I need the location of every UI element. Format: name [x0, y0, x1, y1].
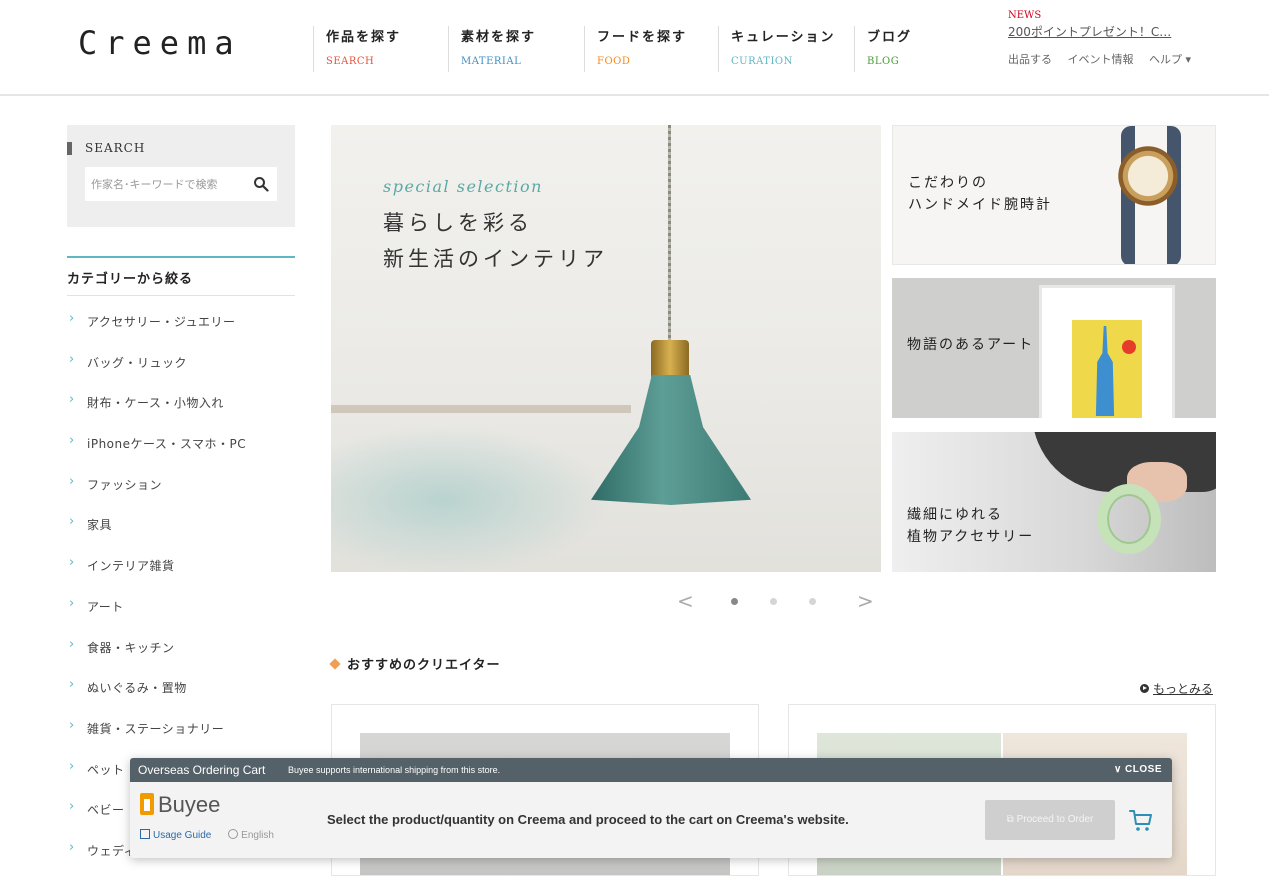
category-item[interactable]: アート: [67, 586, 295, 627]
carousel-dot-1[interactable]: [731, 598, 738, 605]
book-icon: [140, 829, 150, 839]
language-selector[interactable]: English: [228, 829, 274, 841]
event-info-link[interactable]: イベント情報: [1068, 53, 1134, 66]
category-item[interactable]: iPhoneケース・スマホ・PC: [67, 423, 295, 464]
nav-curation-jp: キュレーション: [731, 30, 836, 45]
category-item[interactable]: インテリア雑貨: [67, 545, 295, 586]
nav-food-en: FOOD: [597, 56, 631, 67]
hero-title: 暮らしを彩る 新生活のインテリア: [383, 205, 608, 277]
nav-food[interactable]: フードを探す FOOD: [584, 26, 687, 72]
nav-blog-jp: ブログ: [867, 30, 913, 45]
buyee-links: Usage Guide English: [140, 829, 274, 841]
nav-search-jp: 作品を探す: [326, 30, 402, 45]
language-label: English: [241, 830, 274, 841]
sidebar-search: SEARCH: [67, 125, 295, 227]
recommended-creators-title: おすすめのクリエイター: [329, 654, 501, 673]
category-item[interactable]: ファッション: [67, 464, 295, 505]
proceed-label: Proceed to Order: [1016, 814, 1094, 825]
category-item[interactable]: ぬいぐるみ・置物: [67, 667, 295, 708]
nav-search[interactable]: 作品を探す SEARCH: [313, 26, 401, 72]
nav-blog[interactable]: ブログ BLOG: [854, 26, 912, 72]
buyee-logo: Buyee: [140, 792, 220, 818]
nav-material[interactable]: 素材を探す MATERIAL: [448, 26, 536, 72]
hero-background-blur: [331, 425, 611, 572]
news-link[interactable]: 200ポイントプレゼント！C…: [1008, 23, 1258, 40]
search-field[interactable]: [85, 167, 277, 201]
buyee-logo-text: Buyee: [158, 792, 221, 817]
usage-guide-label: Usage Guide: [153, 830, 212, 841]
hero-title-line2: 新生活のインテリア: [383, 247, 608, 271]
category-title: カテゴリーから絞る: [67, 256, 295, 296]
see-more-label: もっとみる: [1153, 682, 1214, 696]
carousel-prev-button[interactable]: <: [677, 589, 694, 613]
carousel-dot-2[interactable]: [770, 598, 777, 605]
buyee-bar-title: Overseas Ordering Cart: [138, 763, 266, 777]
buyee-body: Buyee Usage Guide English Select the pro…: [130, 782, 1172, 858]
see-more-link[interactable]: もっとみる: [1140, 680, 1213, 697]
nav-food-jp: フードを探す: [597, 30, 688, 45]
nav-material-jp: 素材を探す: [461, 30, 537, 45]
category-item[interactable]: アクセサリー・ジュエリー: [67, 301, 295, 342]
model-hair-image: [1032, 432, 1216, 492]
sell-link[interactable]: 出品する: [1008, 53, 1052, 66]
site-header: Creema 作品を探す SEARCH 素材を探す MATERIAL フードを探…: [0, 0, 1269, 96]
news-label: NEWS: [1008, 10, 1042, 21]
usage-guide-link[interactable]: Usage Guide: [140, 829, 212, 841]
globe-icon: [228, 829, 239, 839]
nav-curation[interactable]: キュレーション CURATION: [718, 26, 835, 72]
nav-material-en: MATERIAL: [461, 56, 522, 67]
arrow-circle-icon: [1140, 684, 1149, 693]
banner-art[interactable]: 物語のあるアート: [892, 278, 1216, 418]
nav-search-en: SEARCH: [326, 56, 375, 67]
search-input[interactable]: [85, 167, 245, 201]
category-item[interactable]: 雑貨・ステーショナリー: [67, 708, 295, 749]
utility-links: 出品する イベント情報 ヘルプ ▾: [1008, 51, 1258, 67]
hero-banner[interactable]: special selection 暮らしを彩る 新生活のインテリア: [331, 125, 881, 572]
lamp-shade-image: [591, 375, 751, 505]
news-block: NEWS 200ポイントプレゼント！C… 出品する イベント情報 ヘルプ ▾: [1008, 10, 1258, 67]
diamond-icon: [329, 658, 341, 670]
carousel-controls: < >: [675, 589, 875, 613]
category-item[interactable]: バッグ・リュック: [67, 342, 295, 383]
hero-subtitle: special selection: [383, 177, 543, 196]
help-link[interactable]: ヘルプ ▾: [1149, 53, 1191, 66]
buyee-bar-subtitle: Buyee supports international shipping fr…: [288, 765, 501, 775]
carousel-dot-3[interactable]: [809, 598, 816, 605]
search-title: SEARCH: [67, 141, 145, 155]
art-sun-image: [1122, 340, 1136, 354]
buyee-title-bar: Overseas Ordering Cart Buyee supports in…: [130, 758, 1172, 782]
buyee-logo-icon: [140, 793, 154, 815]
carousel-next-button[interactable]: >: [857, 589, 874, 613]
lamp-cord: [668, 125, 671, 345]
buyee-message: Select the product/quantity on Creema an…: [327, 812, 849, 827]
banner-accessories-text: 繊細にゆれる 植物アクセサリー: [907, 507, 1035, 545]
search-icon[interactable]: [253, 176, 269, 192]
nav-blog-en: BLOG: [867, 56, 900, 67]
category-item[interactable]: 食器・キッチン: [67, 627, 295, 668]
buyee-overlay: Overseas Ordering Cart Buyee supports in…: [130, 758, 1172, 858]
hero-shelf: [331, 405, 631, 413]
banner-art-text: 物語のあるアート: [907, 337, 1035, 353]
lamp-socket: [651, 340, 689, 380]
nav-curation-en: CURATION: [731, 56, 793, 67]
watch-image: [1108, 136, 1188, 216]
proceed-to-order-button[interactable]: ⧉ Proceed to Order: [985, 800, 1115, 840]
banner-accessories[interactable]: 繊細にゆれる 植物アクセサリー: [892, 432, 1216, 572]
earring-image: [1097, 484, 1161, 554]
category-item[interactable]: 財布・ケース・小物入れ: [67, 382, 295, 423]
category-item[interactable]: 家具: [67, 504, 295, 545]
banner-watches-text: こだわりの ハンドメイド腕時計: [908, 175, 1052, 213]
banner-watches[interactable]: こだわりの ハンドメイド腕時計: [892, 125, 1216, 265]
cart-icon[interactable]: [1127, 806, 1155, 834]
hero-title-line1: 暮らしを彩る: [383, 211, 533, 235]
creema-logo[interactable]: Creema: [78, 24, 242, 62]
recommended-creators-label: おすすめのクリエイター: [347, 658, 501, 673]
external-link-icon: ⧉: [1006, 814, 1017, 825]
buyee-close-button[interactable]: ∨ CLOSE: [1114, 764, 1162, 775]
